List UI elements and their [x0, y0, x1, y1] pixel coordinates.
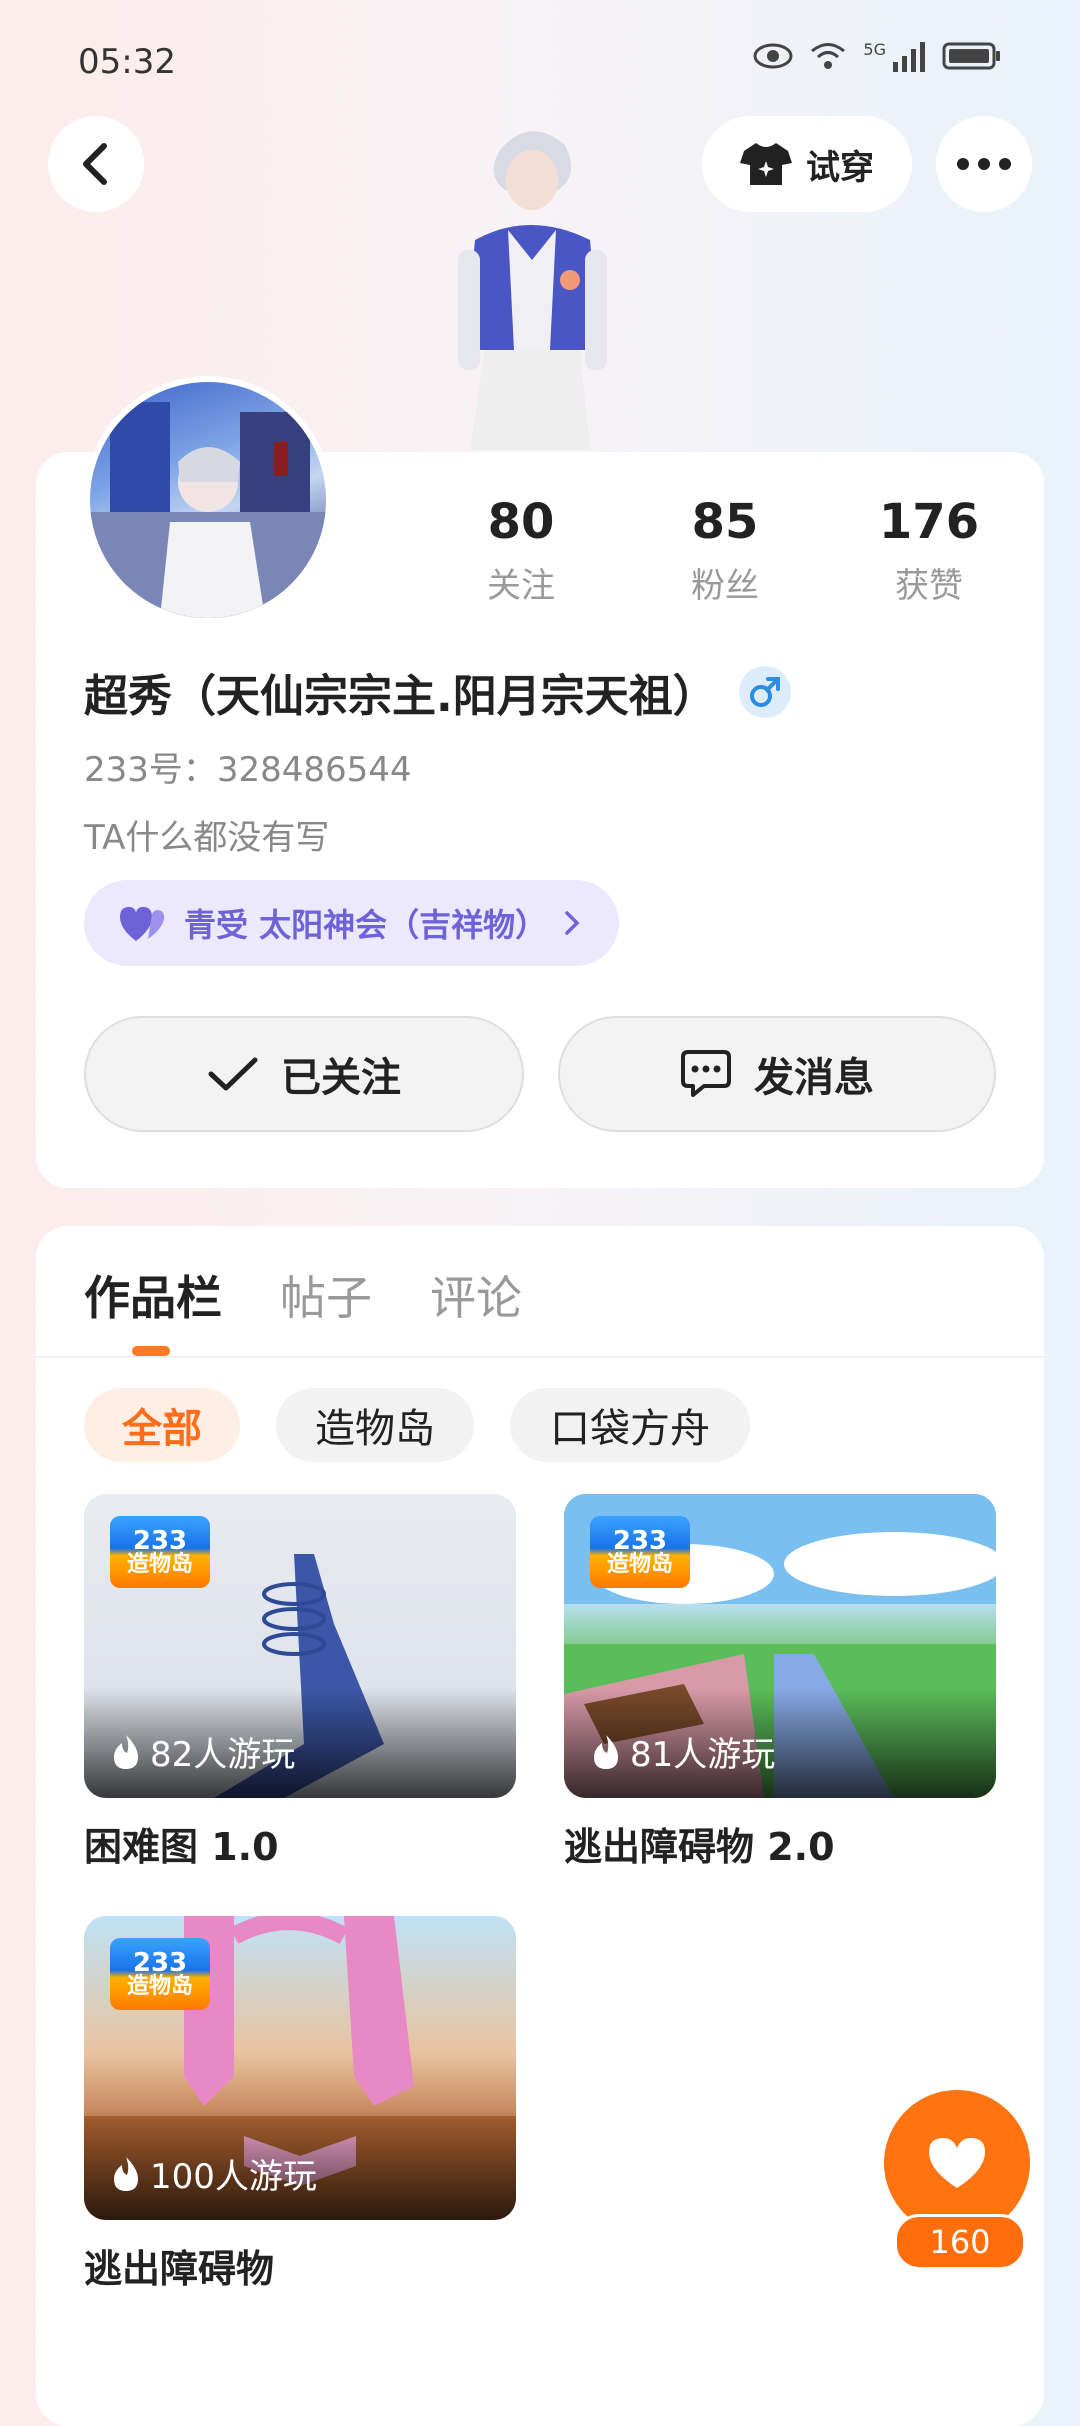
network-type: 5G — [863, 40, 886, 59]
tab-active-indicator — [132, 1346, 170, 1356]
stat-likes-value: 176 — [878, 494, 980, 550]
play-count: 81人游玩 — [590, 1727, 775, 1776]
like-count-badge: 160 — [894, 2214, 1026, 2270]
more-button[interactable] — [936, 116, 1032, 212]
status-icons: 5G — [753, 40, 1002, 72]
relationship-tag[interactable]: 青受 太阳神会（吉祥物） — [84, 880, 620, 966]
stat-following[interactable]: 80 关注 — [441, 494, 601, 607]
avatar-image — [90, 402, 326, 618]
game-thumbnail[interactable]: 233 造物岛 100人游玩 — [84, 1916, 516, 2220]
stat-followers-label: 粉丝 — [691, 566, 759, 606]
tab-works[interactable]: 作品栏 — [84, 1262, 222, 1328]
tshirt-icon — [740, 143, 792, 185]
wifi-icon — [811, 43, 846, 69]
status-time: 05:32 — [78, 42, 176, 82]
user-bio: TA什么都没有写 — [84, 818, 330, 858]
tabs-divider — [36, 1356, 1044, 1358]
flame-icon — [114, 2156, 138, 2191]
play-count: 82人游玩 — [110, 1727, 295, 1776]
filter-chip-all[interactable]: 全部 — [84, 1388, 240, 1462]
creation-island-logo: 233 造物岛 — [590, 1516, 690, 1588]
stat-following-label: 关注 — [487, 566, 555, 606]
tab-comments[interactable]: 评论 — [430, 1262, 522, 1328]
battery-icon — [942, 42, 1000, 70]
filter-chip-pocket-ark[interactable]: 口袋方舟 — [510, 1388, 750, 1462]
back-arrow-icon — [83, 143, 107, 185]
try-on-button[interactable]: 试穿 — [702, 116, 912, 212]
send-message-button[interactable]: 发消息 — [558, 1016, 996, 1132]
chevron-right-icon — [565, 911, 580, 935]
try-on-label: 试穿 — [806, 147, 874, 188]
male-gender-icon — [738, 666, 791, 718]
filter-chip-creation-island[interactable]: 造物岛 — [276, 1388, 474, 1462]
profile-name: 超秀（天仙宗宗主.阳月宗天祖） — [84, 671, 717, 722]
user-id: 233号：328486544 — [84, 750, 412, 790]
heart-icon — [929, 2138, 985, 2188]
play-count-text: 100人游玩 — [150, 2157, 317, 2197]
stat-followers[interactable]: 85 粉丝 — [645, 494, 805, 607]
send-message-label: 发消息 — [754, 1055, 874, 1101]
back-button[interactable] — [48, 116, 144, 212]
creation-island-logo: 233 造物岛 — [110, 1516, 210, 1588]
avatar[interactable] — [84, 376, 332, 624]
following-button-label: 已关注 — [281, 1055, 401, 1101]
stat-followers-value: 85 — [691, 494, 759, 550]
chat-bubble-icon — [681, 1050, 731, 1097]
game-thumbnail[interactable]: 233 造物岛 81人游玩 — [564, 1494, 996, 1798]
flame-icon — [594, 1734, 618, 1769]
stat-following-value: 80 — [487, 494, 555, 550]
signal-icon — [893, 42, 925, 72]
play-count: 100人游玩 — [110, 2149, 317, 2198]
following-button[interactable]: 已关注 — [84, 1016, 524, 1132]
profile-name-row: 超秀（天仙宗宗主.阳月宗天祖） — [84, 660, 791, 724]
relationship-tag-label: 青受 太阳神会（吉祥物） — [184, 906, 548, 944]
stat-likes-label: 获赞 — [895, 566, 963, 606]
game-title[interactable]: 逃出障碍物 2.0 — [564, 1816, 835, 1871]
tab-posts[interactable]: 帖子 — [280, 1262, 372, 1328]
game-title[interactable]: 困难图 1.0 — [84, 1816, 279, 1871]
play-count-text: 81人游玩 — [630, 1735, 776, 1775]
avatar-character-image — [458, 131, 607, 450]
play-count-text: 82人游玩 — [150, 1735, 296, 1775]
game-thumbnail[interactable]: 233 造物岛 82人游玩 — [84, 1494, 516, 1798]
more-dots-icon — [957, 158, 1011, 170]
game-title[interactable]: 逃出障碍物 — [84, 2238, 274, 2293]
flame-icon — [114, 1734, 138, 1769]
eye-icon — [753, 43, 793, 69]
check-icon — [208, 1057, 258, 1091]
creation-island-logo: 233 造物岛 — [110, 1938, 210, 2010]
stat-likes[interactable]: 176 获赞 — [849, 494, 1009, 607]
heart-icon — [120, 907, 165, 941]
